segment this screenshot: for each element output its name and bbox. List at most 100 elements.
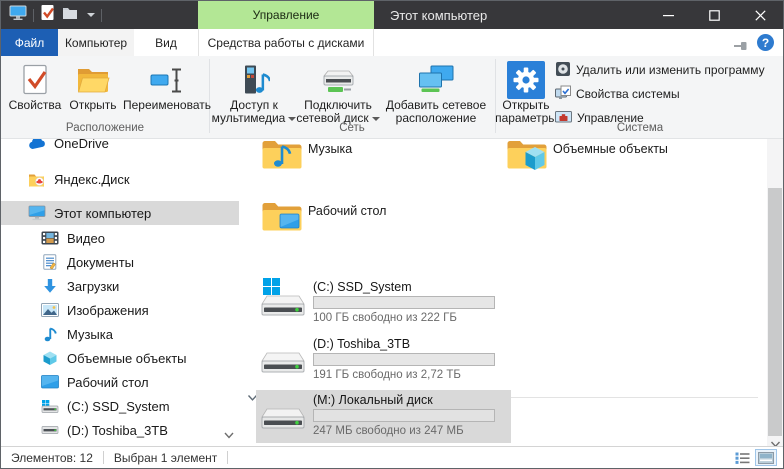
onedrive-cloud-icon [27,139,46,152]
folder-label: Музыка [308,142,352,156]
close-button[interactable] [737,1,783,29]
folder-tile-3d-objects[interactable]: Объемные объекты [498,139,738,185]
desktop-icon [40,374,59,391]
rename-icon [150,61,184,99]
folder-label: Рабочий стол [308,204,386,218]
status-separator [227,451,228,464]
pin-ribbon-icon[interactable] [734,38,749,56]
properties-label: Свойства [9,99,62,112]
group-label-location: Расположение [1,122,209,134]
qat-new-folder-icon[interactable] [62,5,78,25]
selection-count: Выбран 1 элемент [114,451,217,465]
scrollbar-thumb[interactable] [768,188,782,436]
folder-label: Объемные объекты [553,142,668,156]
dropdown-arrow-icon [372,117,380,121]
open-folder-icon [76,61,110,99]
tab-file[interactable]: Файл [1,29,58,56]
drive-name: (C:) SSD_System [313,280,412,294]
sidebar-item-pictures[interactable]: Изображения [1,298,239,322]
properties-button[interactable]: Свойства [7,59,63,112]
open-label: Открыть [69,99,116,112]
sidebar-item-videos[interactable]: Видео [1,226,239,250]
capacity-bar [313,353,495,366]
status-separator [103,451,104,464]
sidebar-item-desktop[interactable]: Рабочий стол [1,370,239,394]
drive-free-space: 191 ГБ свободно из 2,72 ТБ [313,369,461,381]
maximize-button[interactable] [691,1,737,29]
sidebar-item-3d-objects[interactable]: Объемные объекты [1,346,239,370]
sidebar-item-yandex-disk[interactable]: Яндекс.Диск [1,167,239,191]
qat-properties-icon[interactable] [40,4,56,26]
status-bar: Элементов: 12 Выбран 1 элемент [1,446,783,468]
uninstall-program-icon [555,61,571,80]
group-label-system: Система [495,122,784,134]
content-area: OneDrive Яндекс.Диск Этот компьютер Виде… [1,139,783,446]
system-properties-button[interactable]: Свойства системы [555,84,680,104]
help-icon[interactable]: ? [757,34,774,51]
drive-tile-c[interactable]: (C:) SSD_System 100 ГБ свободно из 222 Г… [256,277,511,330]
thumbnail-view-button[interactable] [755,449,777,466]
media-access-button[interactable]: Доступ к мультимедиа [213,59,295,125]
group-label-network: Сеть [209,122,495,134]
items-count: Элементов: 12 [11,451,93,465]
drive-free-space: 247 МБ свободно из 247 МБ [313,425,464,437]
drive-icon [40,422,59,439]
rename-label: Переименовать [123,99,211,112]
system-properties-label: Свойства системы [576,87,680,101]
open-button[interactable]: Открыть [65,59,121,112]
system-properties-icon [555,85,571,104]
sidebar-item-music[interactable]: Музыка [1,322,239,346]
settings-gear-icon [507,61,545,99]
window-title: Этот компьютер [390,1,487,29]
contextual-tab-header[interactable]: Управление [198,1,374,29]
pictures-icon [40,302,59,319]
sidebar-scroll-down-icon[interactable] [223,427,235,445]
tab-disk-tools[interactable]: Средства работы с дисками [198,29,374,56]
tab-computer[interactable]: Компьютер [58,29,134,56]
capacity-bar [313,296,495,309]
drive-name: (M:) Локальный диск [313,393,433,407]
details-view-button[interactable] [731,449,753,466]
quick-access-toolbar [9,1,102,29]
music-note-icon [40,326,59,343]
sidebar-item-drive-d[interactable]: (D:) Toshiba_3TB [1,418,239,442]
rename-button[interactable]: Переименовать [119,59,215,112]
folder-tile-music[interactable]: Музыка [253,139,493,185]
network-drive-icon [320,61,356,99]
open-settings-button[interactable]: Открыть параметры [493,59,559,125]
uninstall-program-button[interactable]: Удалить или изменить программу [555,60,765,80]
sidebar-item-downloads[interactable]: Загрузки [1,274,239,298]
downloads-icon [40,278,59,295]
folder-tile-desktop[interactable]: Рабочий стол [253,197,493,247]
media-server-icon [238,61,270,99]
drive-tile-d[interactable]: (D:) Toshiba_3TB 191 ГБ свободно из 2,72… [256,334,511,387]
uninstall-program-label: Удалить или изменить программу [576,63,765,77]
map-network-drive-button[interactable]: Подключить сетевой диск [295,59,381,125]
add-network-location-button[interactable]: Добавить сетевое расположение [381,59,491,125]
properties-icon [21,61,49,99]
system-drive-icon [40,398,59,415]
qat-dropdown-icon[interactable] [87,13,95,17]
vertical-scrollbar[interactable] [767,139,783,446]
3d-objects-folder-icon [506,139,548,173]
sidebar-item-onedrive[interactable]: OneDrive [1,139,239,155]
drive-icon [257,335,307,383]
network-location-icon [418,61,455,99]
toolbar-separator [33,9,34,22]
videos-icon [40,230,59,247]
scrollbar-down-icon[interactable] [770,436,781,446]
music-folder-icon [261,139,303,173]
capacity-bar [313,409,495,422]
sidebar-item-drive-c[interactable]: (C:) SSD_System [1,394,239,418]
toolbar-separator [101,9,102,22]
ribbon: Свойства Открыть Переименовать Расположе… [1,56,783,139]
documents-icon [40,254,59,271]
tab-view[interactable]: Вид [134,29,198,56]
explorer-window: Управление Этот компьютер Файл Компьютер… [0,0,784,469]
sidebar-item-documents[interactable]: Документы [1,250,239,274]
drive-tile-m[interactable]: (M:) Локальный диск 247 МБ свободно из 2… [256,390,511,443]
minimize-button[interactable] [645,1,691,29]
sidebar-item-this-pc[interactable]: Этот компьютер [1,201,239,225]
cube-icon [40,350,59,367]
this-pc-icon[interactable] [9,5,27,26]
